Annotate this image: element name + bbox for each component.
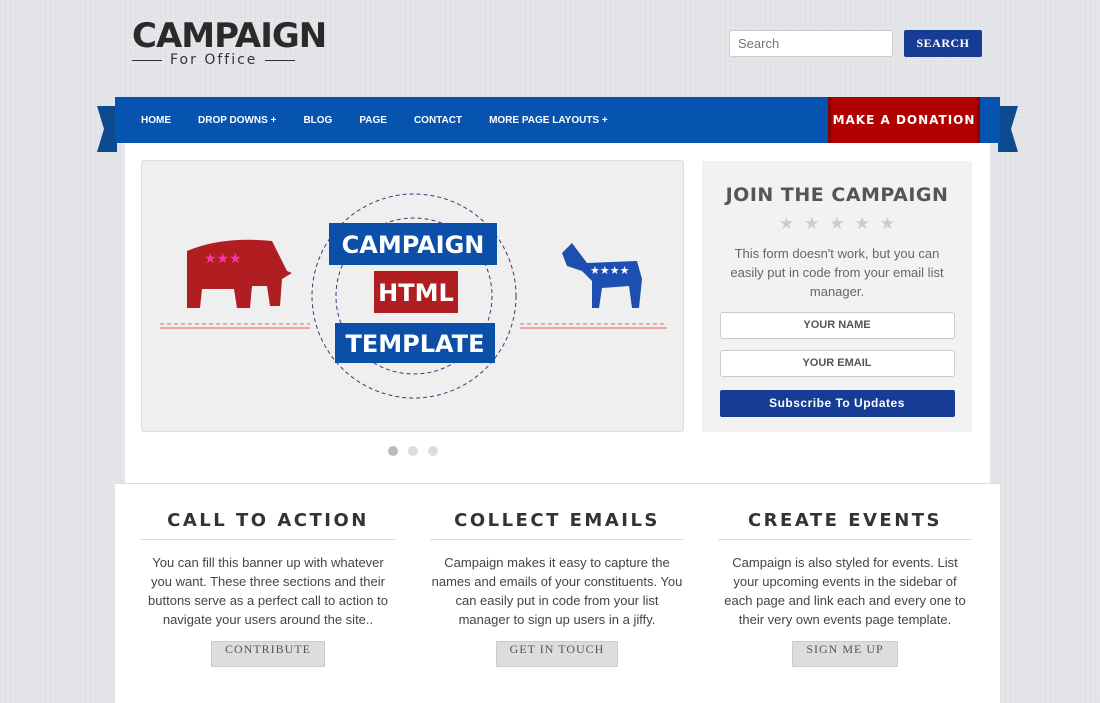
nav-contact[interactable]: CONTACT bbox=[414, 115, 462, 126]
slide-dot-2[interactable] bbox=[408, 446, 418, 456]
ribbon-left bbox=[97, 106, 117, 152]
stars-icon: ★★★★★ bbox=[778, 214, 906, 233]
feature-text: Campaign is also styled for events. List… bbox=[724, 555, 966, 627]
get-in-touch-button[interactable]: GET IN TOUCH bbox=[495, 641, 619, 667]
feature-title: CREATE EVENTS bbox=[718, 510, 972, 540]
name-field[interactable]: YOUR NAME bbox=[719, 312, 955, 339]
feature-call-to-action: CALL TO ACTION You can fill this banner … bbox=[141, 510, 395, 667]
signup-widget: JOIN THE CAMPAIGN ★★★★★ This form doesn'… bbox=[702, 161, 972, 432]
feature-text: Campaign makes it easy to capture the na… bbox=[431, 555, 683, 627]
banner-line-campaign: CAMPAIGN bbox=[342, 231, 485, 259]
banner-line-template: TEMPLATE bbox=[345, 330, 484, 358]
nav-more-layouts[interactable]: MORE PAGE LAYOUTS + bbox=[489, 115, 608, 126]
hero-banner-image: ★★★ ★★★★ CAMPAIGN HTML TEMPLATE bbox=[160, 193, 667, 399]
contribute-button[interactable]: CONTRIBUTE bbox=[211, 641, 325, 667]
features-section: CALL TO ACTION You can fill this banner … bbox=[115, 483, 1000, 703]
signup-text: This form doesn't work, but you can easi… bbox=[730, 246, 944, 299]
slider-pagination bbox=[388, 446, 438, 456]
donkey-icon: ★★★★ bbox=[562, 243, 642, 308]
feature-title: CALL TO ACTION bbox=[141, 510, 395, 540]
nav-drop-downs[interactable]: DROP DOWNS + bbox=[198, 115, 276, 126]
svg-text:★★★★: ★★★★ bbox=[590, 265, 630, 277]
hero-slider[interactable]: ★★★ ★★★★ CAMPAIGN HTML TEMPLATE bbox=[141, 160, 684, 432]
feature-collect-emails: COLLECT EMAILS Campaign makes it easy to… bbox=[430, 510, 684, 667]
feature-text: You can fill this banner up with whateve… bbox=[148, 555, 388, 627]
donate-button[interactable]: MAKE A DONATION bbox=[828, 97, 980, 143]
slide-dot-1[interactable] bbox=[388, 446, 398, 456]
email-field[interactable]: YOUR EMAIL bbox=[719, 350, 955, 377]
search-button[interactable]: SEARCH bbox=[904, 30, 982, 57]
elephant-icon: ★★★ bbox=[187, 239, 292, 308]
banner-line-html: HTML bbox=[378, 279, 454, 307]
nav-home[interactable]: HOME bbox=[141, 115, 171, 126]
logo-subtitle: For Office bbox=[170, 52, 258, 68]
main-nav: HOME DROP DOWNS + BLOG PAGE CONTACT MORE… bbox=[115, 97, 1000, 143]
logo-title: CAMPAIGN bbox=[132, 16, 327, 56]
ribbon-right bbox=[998, 106, 1018, 152]
nav-blog[interactable]: BLOG bbox=[303, 115, 332, 126]
subscribe-button[interactable]: Subscribe To Updates bbox=[719, 390, 955, 417]
svg-text:★★★: ★★★ bbox=[204, 250, 242, 266]
signup-title: JOIN THE CAMPAIGN bbox=[725, 184, 949, 206]
sign-me-up-button[interactable]: SIGN ME UP bbox=[792, 641, 898, 667]
feature-title: COLLECT EMAILS bbox=[430, 510, 684, 540]
search-input[interactable] bbox=[729, 30, 893, 57]
logo[interactable]: CAMPAIGN For Office bbox=[132, 16, 327, 68]
slide-dot-3[interactable] bbox=[428, 446, 438, 456]
feature-create-events: CREATE EVENTS Campaign is also styled fo… bbox=[718, 510, 972, 667]
nav-page[interactable]: PAGE bbox=[359, 115, 387, 126]
